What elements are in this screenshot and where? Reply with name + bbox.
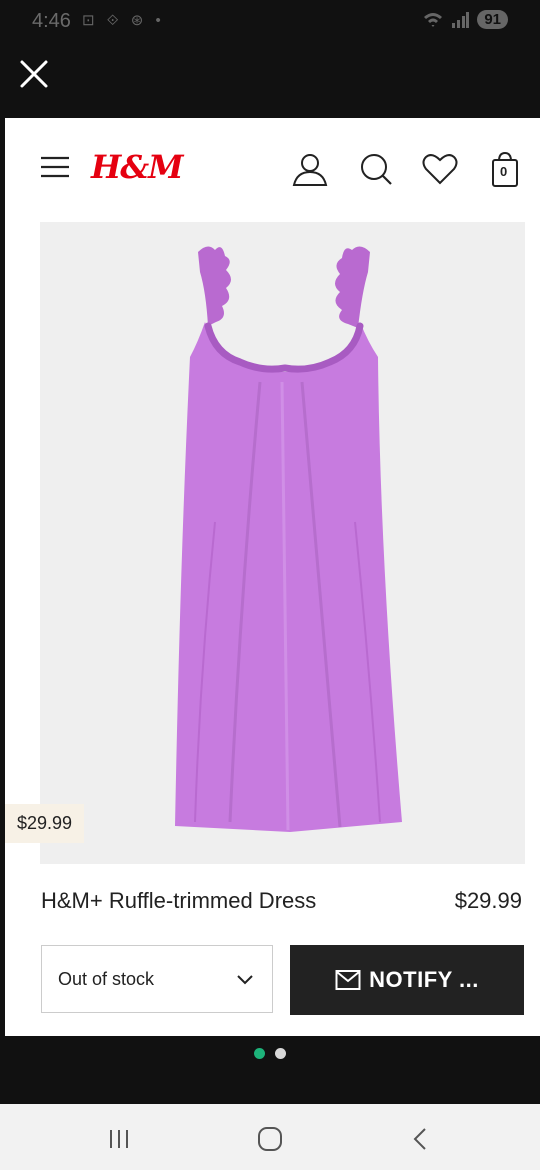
menu-button[interactable] xyxy=(39,154,71,180)
dress-image xyxy=(175,246,402,832)
battery-indicator: 91 xyxy=(477,10,508,29)
recents-button[interactable] xyxy=(104,1124,134,1154)
signal-icon xyxy=(452,11,470,28)
close-icon xyxy=(20,60,48,88)
bag-count: 0 xyxy=(500,164,508,179)
heart-icon xyxy=(422,154,458,185)
favorites-button[interactable] xyxy=(421,150,459,188)
size-select[interactable]: Out of stock xyxy=(41,945,273,1013)
product-name: H&M+ Ruffle-trimmed Dress xyxy=(41,888,317,913)
mail-icon xyxy=(335,970,361,990)
chevron-down-icon xyxy=(237,975,253,985)
product-sheet: H&M 0 $29.99 H&M+ Ruffle-trimmed Dress $… xyxy=(5,118,540,1036)
notify-label: NOTIFY ... xyxy=(369,967,479,992)
bag-button[interactable]: 0 xyxy=(487,150,525,188)
brand-logo[interactable]: H&M xyxy=(91,148,184,186)
carousel-dot-active[interactable] xyxy=(254,1048,265,1059)
search-icon xyxy=(361,154,392,185)
home-button[interactable] xyxy=(255,1124,285,1154)
wifi-icon xyxy=(424,12,443,27)
home-icon xyxy=(258,1127,282,1151)
carousel-dot-inactive[interactable] xyxy=(275,1048,286,1059)
purchase-panel: H&M+ Ruffle-trimmed Dress $29.99 Out of … xyxy=(5,866,540,1036)
back-icon xyxy=(413,1128,426,1150)
status-time: 4:46 xyxy=(32,10,71,32)
image-price-tag: $29.99 xyxy=(5,804,85,843)
user-icon xyxy=(292,154,328,186)
account-button[interactable] xyxy=(291,150,329,188)
product-image[interactable] xyxy=(40,222,525,864)
notification-icons: ⊡ ⟐ ⊛ • xyxy=(82,12,165,29)
search-button[interactable] xyxy=(357,150,395,188)
product-price: $29.99 xyxy=(454,888,522,913)
system-navigation-bar xyxy=(0,1104,540,1170)
carousel-dots xyxy=(0,1048,540,1059)
size-select-value: Out of stock xyxy=(58,969,155,989)
close-button[interactable] xyxy=(14,54,54,94)
notify-button[interactable]: NOTIFY ... xyxy=(290,945,524,1015)
top-navigation: H&M 0 xyxy=(5,118,540,222)
recents-icon xyxy=(110,1130,128,1148)
status-right: 91 xyxy=(423,10,508,29)
status-bar: 4:46 ⊡ ⟐ ⊛ • 91 xyxy=(0,0,540,44)
back-button[interactable] xyxy=(406,1124,436,1154)
hamburger-icon xyxy=(41,156,69,178)
